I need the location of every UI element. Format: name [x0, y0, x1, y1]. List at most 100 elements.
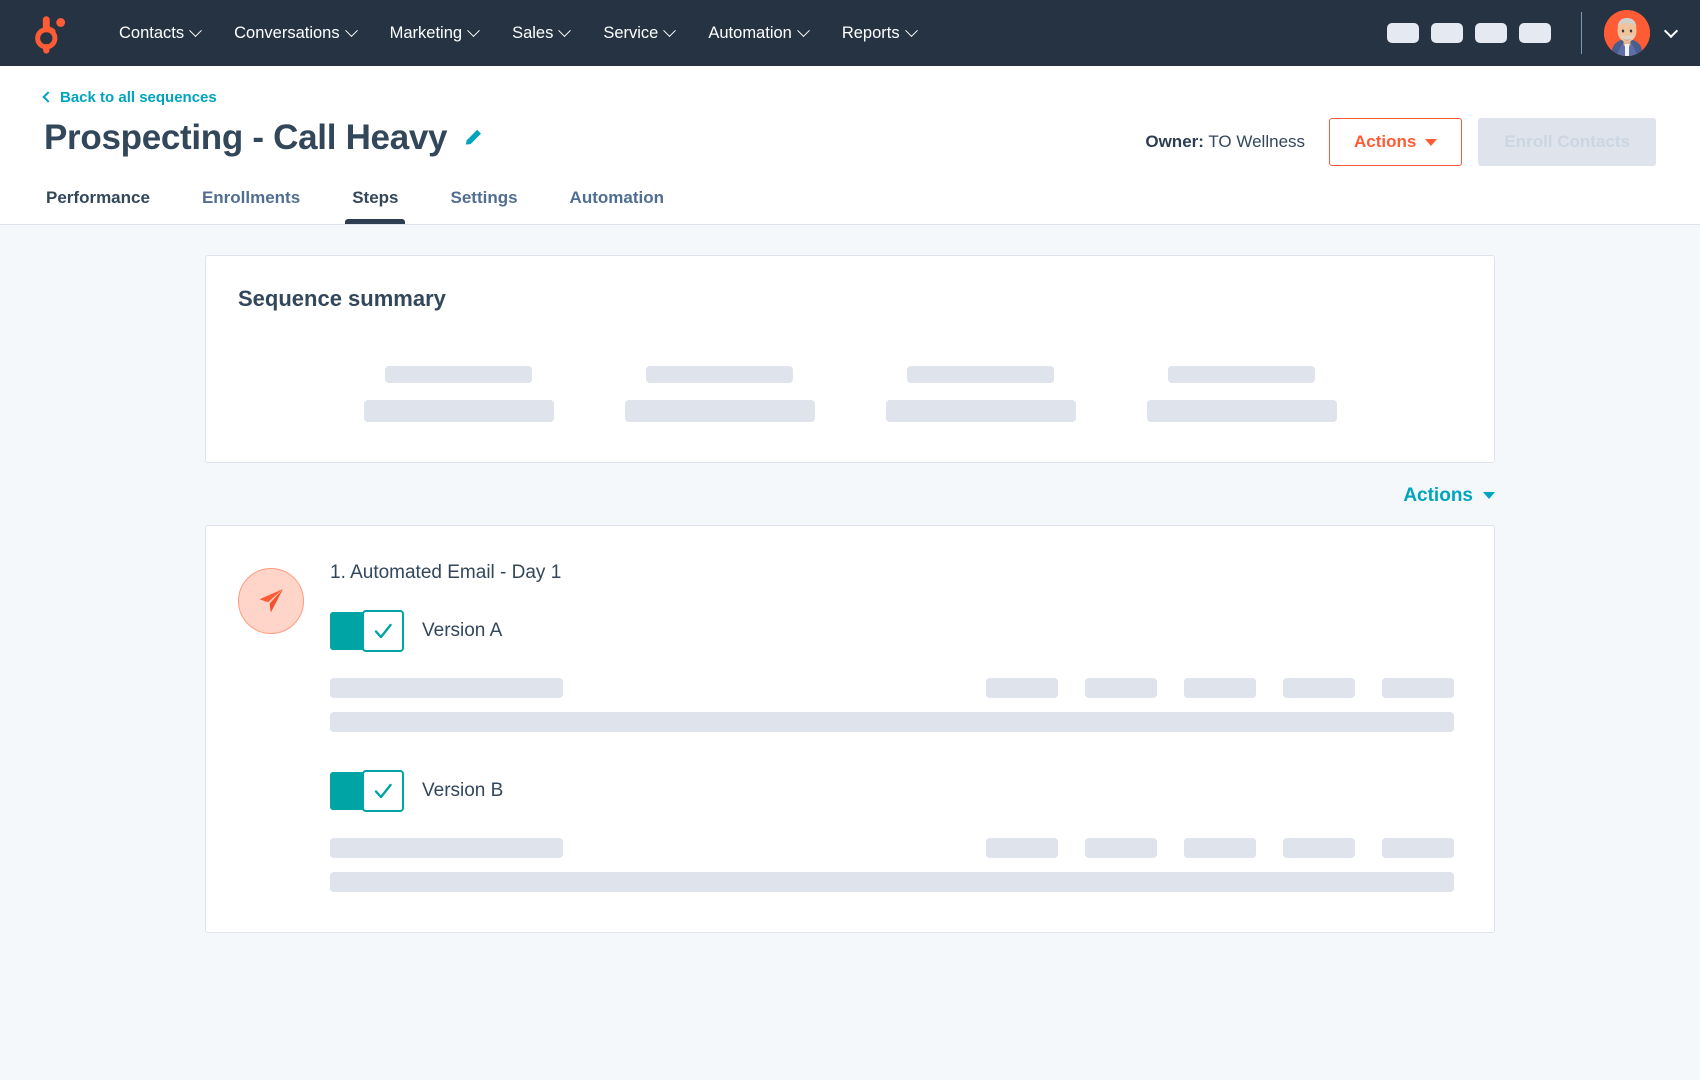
pencil-icon[interactable]: [463, 127, 485, 149]
check-icon: [362, 770, 404, 812]
account-chevron-down-icon[interactable]: [1664, 24, 1678, 38]
nav-item-label: Reports: [842, 24, 900, 43]
check-icon: [362, 610, 404, 652]
skeleton-bar: [646, 366, 793, 383]
primary-nav-menu: Contacts Conversations Marketing Sales S…: [102, 14, 933, 53]
caret-down-icon: [1483, 492, 1495, 499]
skeleton-bar: [1147, 400, 1337, 422]
skeleton-bar: [1085, 838, 1157, 858]
page-title: Prospecting - Call Heavy: [44, 118, 447, 158]
version-stats-row: [330, 838, 1454, 858]
skeleton-bar: [330, 678, 563, 698]
version-b-label: Version B: [422, 780, 503, 802]
user-avatar[interactable]: [1604, 10, 1650, 56]
steps-actions-label: Actions: [1403, 485, 1473, 507]
chevron-down-icon: [664, 24, 677, 37]
version-b-toggle[interactable]: [330, 770, 404, 812]
nav-placeholder-block: [1475, 23, 1507, 43]
version-a-toggle[interactable]: [330, 610, 404, 652]
nav-item-contacts[interactable]: Contacts: [102, 14, 217, 53]
header-actions-cluster: Owner: TO Wellness Actions Enroll Contac…: [1145, 118, 1656, 166]
skeleton-bar-wide: [330, 712, 1454, 732]
sequence-steps-card: 1. Automated Email - Day 1: [205, 525, 1495, 933]
top-navigation-bar: Contacts Conversations Marketing Sales S…: [0, 0, 1700, 66]
version-stats-row: [330, 678, 1454, 698]
skeleton-bar: [625, 400, 815, 422]
chevron-down-icon: [558, 24, 571, 37]
skeleton-bar: [1382, 678, 1454, 698]
nav-item-sales[interactable]: Sales: [495, 14, 586, 53]
steps-actions-row: Actions: [205, 485, 1495, 507]
nav-item-marketing[interactable]: Marketing: [373, 14, 495, 53]
steps-actions-dropdown[interactable]: Actions: [1403, 485, 1495, 507]
tab-automation[interactable]: Automation: [568, 182, 666, 224]
back-to-all-sequences-link[interactable]: Back to all sequences: [44, 89, 217, 106]
nav-item-label: Automation: [708, 24, 791, 43]
tab-enrollments[interactable]: Enrollments: [200, 182, 302, 224]
tab-steps[interactable]: Steps: [350, 182, 400, 224]
skeleton-bar: [364, 400, 554, 422]
step-item: 1. Automated Email - Day 1: [238, 562, 1454, 892]
skeleton-bar-wide: [330, 872, 1454, 892]
page-tabs: Performance Enrollments Steps Settings A…: [44, 182, 1656, 224]
skeleton-bar: [1283, 678, 1355, 698]
summary-placeholder-column: [364, 366, 554, 422]
nav-item-automation[interactable]: Automation: [691, 14, 824, 53]
skeleton-bar: [886, 400, 1076, 422]
nav-item-label: Service: [603, 24, 658, 43]
version-a-label: Version A: [422, 620, 502, 642]
version-block-b: Version B: [330, 770, 1454, 892]
nav-item-label: Conversations: [234, 24, 339, 43]
skeleton-bar: [385, 366, 532, 383]
nav-divider: [1581, 12, 1582, 54]
tab-performance[interactable]: Performance: [44, 182, 152, 224]
hubspot-logo[interactable]: [30, 10, 76, 56]
chevron-down-icon: [797, 24, 810, 37]
version-row: Version A: [330, 610, 1454, 652]
actions-button[interactable]: Actions: [1329, 118, 1462, 166]
nav-right-cluster: [1375, 10, 1676, 56]
step-body: 1. Automated Email - Day 1: [330, 562, 1454, 892]
skeleton-bar: [1283, 838, 1355, 858]
skeleton-bar: [1085, 678, 1157, 698]
nav-placeholder-block: [1519, 23, 1551, 43]
summary-placeholder-column: [1147, 366, 1337, 422]
chevron-down-icon: [467, 24, 480, 37]
skeleton-bar: [1168, 366, 1315, 383]
skeleton-bar: [986, 678, 1058, 698]
skeleton-bar: [330, 838, 563, 858]
summary-placeholder-column: [886, 366, 1076, 422]
chevron-down-icon: [345, 24, 358, 37]
skeleton-bar: [986, 838, 1058, 858]
chevron-down-icon: [905, 24, 918, 37]
enroll-contacts-button[interactable]: Enroll Contacts: [1478, 118, 1656, 166]
nav-item-reports[interactable]: Reports: [825, 14, 933, 53]
skeleton-bar: [1382, 838, 1454, 858]
skeleton-bar: [1184, 678, 1256, 698]
back-link-label: Back to all sequences: [60, 89, 217, 106]
summary-placeholder-grid: [238, 366, 1462, 422]
nav-item-label: Contacts: [119, 24, 184, 43]
owner-info: Owner: TO Wellness: [1145, 132, 1305, 152]
nav-placeholder-block: [1431, 23, 1463, 43]
summary-placeholder-column: [625, 366, 815, 422]
skeleton-bar: [907, 366, 1054, 383]
nav-item-conversations[interactable]: Conversations: [217, 14, 372, 53]
chevron-down-icon: [189, 24, 202, 37]
content-container: Sequence summary: [205, 255, 1495, 933]
nav-item-service[interactable]: Service: [586, 14, 691, 53]
send-email-icon: [238, 568, 304, 634]
caret-down-icon: [1425, 139, 1437, 146]
sequence-summary-title: Sequence summary: [238, 286, 1462, 312]
nav-item-label: Sales: [512, 24, 553, 43]
owner-label: Owner:: [1145, 132, 1204, 151]
sequence-summary-card: Sequence summary: [205, 255, 1495, 463]
tab-settings[interactable]: Settings: [448, 182, 519, 224]
owner-value: TO Wellness: [1208, 132, 1305, 151]
page-header: Back to all sequences Prospecting - Call…: [0, 66, 1700, 225]
version-row: Version B: [330, 770, 1454, 812]
chevron-left-icon: [42, 91, 53, 102]
step-title: 1. Automated Email - Day 1: [330, 562, 1454, 584]
version-block-a: Version A: [330, 610, 1454, 732]
actions-button-label: Actions: [1354, 132, 1416, 152]
